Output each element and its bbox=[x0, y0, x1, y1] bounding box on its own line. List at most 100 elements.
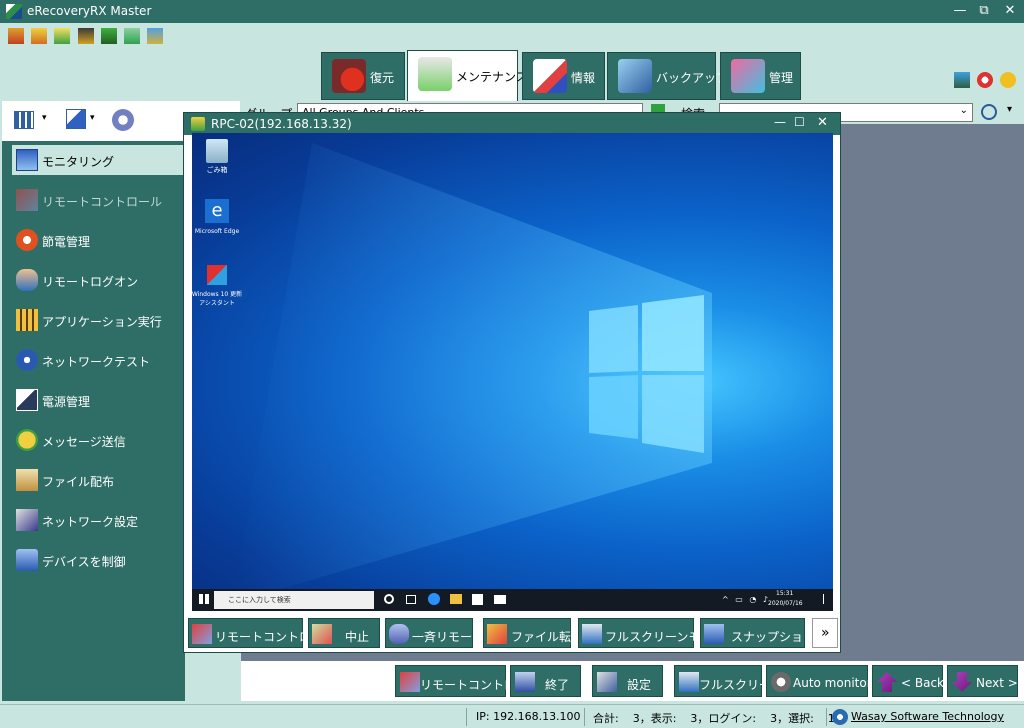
system-tray-icons[interactable]: ^ ▭ ◔ ♪ bbox=[722, 595, 770, 604]
next-button[interactable]: Next > bbox=[947, 665, 1018, 697]
sidebar-item-label: ファイル配布 bbox=[42, 475, 115, 489]
stop-icon bbox=[312, 624, 332, 644]
quick-users-icon[interactable] bbox=[124, 28, 140, 44]
edge-icon[interactable]: e bbox=[205, 199, 229, 223]
remote-minimize-button[interactable]: — bbox=[774, 115, 786, 129]
checklist-icon[interactable] bbox=[66, 109, 86, 129]
quick-network-icon[interactable] bbox=[147, 28, 163, 44]
tab-label: 復元 bbox=[370, 71, 395, 85]
sidebar-item-label: ネットワークテスト bbox=[42, 355, 151, 369]
remote-window-titlebar[interactable]: RPC-02(192.168.13.32) — ☐ ✕ bbox=[184, 113, 840, 135]
sidebar-item-label: リモートログオン bbox=[42, 275, 139, 289]
remote-close-button[interactable]: ✕ bbox=[817, 115, 828, 130]
button-label: Next > bbox=[976, 676, 1018, 690]
remote-desktop-screen[interactable]: ごみ箱 e Microsoft Edge Windows 10 更新アシスタント bbox=[192, 133, 833, 611]
cortana-icon[interactable] bbox=[384, 594, 394, 604]
fullscreen-mode-button[interactable]: フルスクリーンモード bbox=[578, 618, 724, 648]
quick-folder-icon[interactable] bbox=[31, 28, 47, 44]
exit-button[interactable]: 終了 bbox=[510, 665, 581, 697]
remote-maximize-button[interactable]: ☐ bbox=[794, 115, 805, 129]
company-link[interactable]: Wasay Software Technology bbox=[851, 710, 1004, 723]
remote-session-window[interactable]: RPC-02(192.168.13.32) — ☐ ✕ ごみ箱 e Micros… bbox=[183, 112, 841, 653]
more-buttons-button[interactable]: » bbox=[812, 618, 838, 648]
update-assistant-icon[interactable] bbox=[207, 265, 227, 285]
tab-label: メンテナンス bbox=[456, 70, 528, 84]
explorer-icon[interactable] bbox=[450, 594, 462, 604]
sidebar-item-file-distribution[interactable]: ファイル配布 bbox=[12, 465, 184, 495]
sidebar-item-monitoring[interactable]: モニタリング bbox=[12, 145, 184, 175]
sidebar-item-label: アプリケーション実行 bbox=[42, 315, 162, 329]
recycle-bin-icon[interactable] bbox=[206, 139, 228, 163]
sidebar-item-network-test[interactable]: ネットワークテスト bbox=[12, 345, 184, 375]
chevron-down-icon[interactable]: ▾ bbox=[42, 113, 47, 123]
monitor-icon[interactable] bbox=[954, 72, 970, 88]
quick-download-icon[interactable] bbox=[101, 28, 117, 44]
gear-icon[interactable] bbox=[112, 109, 134, 131]
store-icon[interactable] bbox=[472, 594, 483, 605]
settings-button[interactable]: 設定 bbox=[592, 665, 663, 697]
desktop-icon-label: ごみ箱 bbox=[206, 166, 228, 174]
message-icon bbox=[16, 429, 38, 451]
tab-label: 管理 bbox=[769, 71, 794, 85]
chat-icon[interactable] bbox=[1000, 72, 1016, 88]
snapshot-button[interactable]: スナップショット bbox=[700, 618, 827, 648]
tab-restore[interactable]: 復元 bbox=[321, 52, 405, 100]
monitoring-icon bbox=[16, 149, 38, 171]
quick-edit-icon[interactable] bbox=[54, 28, 70, 44]
sidebar-item-network-settings[interactable]: ネットワーク設定 bbox=[12, 505, 184, 535]
tab-admin[interactable]: 管理 bbox=[720, 52, 801, 100]
button-label: ファイル転送 bbox=[511, 630, 584, 644]
help-icon[interactable] bbox=[977, 72, 993, 88]
edge-taskbar-icon[interactable] bbox=[428, 593, 440, 605]
close-button[interactable]: ✕ bbox=[998, 1, 1022, 21]
windows-logo-icon bbox=[232, 143, 712, 603]
minimize-button[interactable]: — bbox=[948, 1, 972, 21]
broadcast-remote-button[interactable]: 一斉リモート bbox=[385, 618, 484, 648]
auto-monitor-button[interactable]: Auto monitor bbox=[766, 665, 872, 697]
taskbar-date: 2020/07/16 bbox=[768, 600, 803, 607]
sidebar-item-label: 電源管理 bbox=[42, 395, 91, 409]
mail-icon[interactable] bbox=[494, 595, 506, 604]
desktop-icon-label: Microsoft Edge bbox=[194, 228, 240, 235]
sidebar-item-device-control[interactable]: デバイスを制御 bbox=[12, 545, 184, 575]
sidebar-item-remote-control[interactable]: リモートコントロール bbox=[12, 185, 184, 215]
start-icon[interactable] bbox=[199, 594, 209, 604]
stop-button[interactable]: 中止 bbox=[308, 618, 380, 648]
desktop-icon-label: Windows 10 更新アシスタント bbox=[192, 291, 243, 307]
remote-control-icon bbox=[16, 189, 38, 211]
chevron-down-icon: ⌄ bbox=[959, 105, 968, 116]
tab-maintenance[interactable]: メンテナンス bbox=[407, 50, 528, 102]
status-divider bbox=[826, 708, 827, 726]
app-logo-icon bbox=[6, 4, 22, 19]
maximize-button[interactable]: ⧉ bbox=[972, 1, 996, 21]
tab-backup[interactable]: バックアップ bbox=[607, 52, 728, 100]
search-dropdown-icon[interactable]: ▾ bbox=[1007, 104, 1012, 115]
back-button[interactable]: < Back bbox=[872, 665, 944, 697]
notification-icon[interactable] bbox=[816, 594, 824, 604]
sidebar-item-power-saving[interactable]: 節電管理 bbox=[12, 225, 184, 255]
tab-info[interactable]: 情報 bbox=[522, 52, 605, 100]
search-icon[interactable] bbox=[981, 104, 997, 120]
sidebar-item-label: デバイスを制御 bbox=[42, 555, 126, 569]
device-control-icon bbox=[16, 549, 38, 571]
backup-icon bbox=[618, 59, 652, 93]
status-divider bbox=[584, 708, 585, 726]
remote-control-button[interactable]: リモートコントロール bbox=[188, 618, 335, 648]
chevron-down-icon[interactable]: ▾ bbox=[90, 113, 95, 123]
sidebar-item-run-application[interactable]: アプリケーション実行 bbox=[12, 305, 184, 335]
sidebar-item-remote-logon[interactable]: リモートログオン bbox=[12, 265, 184, 295]
fullscreen-button[interactable]: フルスクリーン bbox=[674, 665, 782, 697]
task-view-icon[interactable] bbox=[406, 595, 416, 604]
sidebar-item-send-message[interactable]: メッセージ送信 bbox=[12, 425, 184, 455]
bottom-remote-control-button[interactable]: リモートコントロール bbox=[395, 665, 540, 697]
users-icon bbox=[389, 624, 409, 644]
file-transfer-button[interactable]: ファイル転送 bbox=[483, 618, 583, 648]
quick-restore-icon[interactable] bbox=[8, 28, 24, 44]
network-settings-icon bbox=[16, 509, 38, 531]
quick-toolbar bbox=[0, 23, 1024, 51]
grid-view-icon[interactable] bbox=[14, 111, 34, 129]
arrow-down-icon bbox=[952, 672, 972, 692]
taskbar-search-box[interactable]: ここに入力して検索 bbox=[214, 591, 374, 609]
sidebar-item-power-management[interactable]: 電源管理 bbox=[12, 385, 184, 415]
quick-archive-icon[interactable] bbox=[78, 28, 94, 44]
